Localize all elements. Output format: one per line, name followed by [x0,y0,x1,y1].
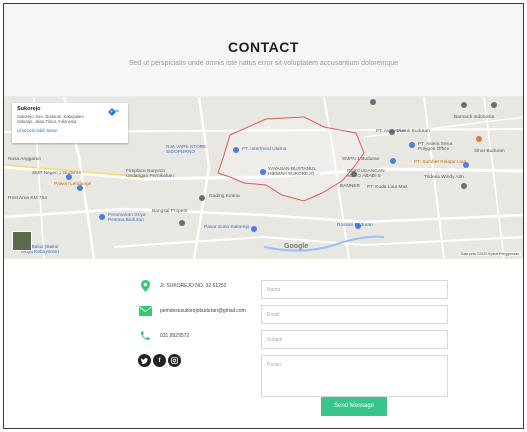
subject-field[interactable]: Subjek [261,330,448,349]
page-subtitle: Sed ut perspiciatis unde omnis iste natu… [128,60,399,67]
phone-row: 031 8929572 [138,330,268,342]
page-title: CONTACT [228,39,299,55]
place-address: Sukorejo, Kec. Buduran, Kabupaten Sidoar… [17,114,84,124]
map-label-pawon: Pawon Lendange [54,182,92,187]
google-logo: Google [284,243,309,250]
map-label-gading: Gading Kirana [209,194,240,199]
map-label-smp2: SMP Negeri 2 Buduran [32,171,82,176]
larger-map-link[interactable]: Lihat peta lebih besar [17,128,123,133]
address-text: Jl. SUKOREJO NO. 32 61252 [160,283,227,289]
map-place-card: Sukorejo Sukorejo, Kec. Buduran, Kabupat… [12,103,128,143]
map-label-kuda-laut: PT. Kuda Laut Mas [367,185,408,190]
map-label-perumahan: Perumahan Griya Pesona Buduran [108,213,146,223]
social-links: f [138,354,268,367]
satellite-toggle[interactable] [12,231,32,251]
map-label-rja-vape: RJA VAPE STORE SIDOPURNO [166,145,207,155]
facebook-icon[interactable]: f [153,354,166,367]
map-label-barnardi: Barnardi Indonesia [454,115,495,120]
map-label-yayasan: YAYASAN BUSTANUL HIKMAH SUKOREJO... [268,167,319,177]
email-field[interactable]: Email [261,305,448,324]
directions-icon [108,108,116,116]
twitter-icon[interactable] [138,354,151,367]
envelope-icon [138,305,152,317]
name-field[interactable]: Nama [261,280,448,299]
route-button[interactable]: Rute [108,108,122,116]
phone-icon [138,330,152,342]
map-label-smpn1: SMPN 1 Buduran [342,157,380,162]
map-attribution[interactable]: Data peta ©2020 Syarat Penggunaan [458,252,521,256]
embedded-map[interactable]: Sukorejo Sukorejo, Kec. Buduran, Kabupat… [4,97,523,259]
address-row: Jl. SUKOREJO NO. 32 61252 [138,280,268,292]
email-row: pemdesusukorejobuduran@gmail.com [138,305,268,317]
send-message-button[interactable]: Send Message [321,397,387,416]
contact-form: Nama Email Subjek Pesan Send Message [261,280,448,416]
map-label-pusak: Pusak Buduran [397,129,430,134]
map-label-pt-intertrend: PT. Intertrend Utama [242,147,287,152]
instagram-icon[interactable] [168,354,181,367]
map-label-sumber: PT. Sumber Kelapa Laut [414,160,466,165]
message-field[interactable]: Pesan [261,355,448,397]
email-text[interactable]: pemdesusukorejobuduran@gmail.com [160,308,246,314]
map-label-asri: PT. Asiera Sena Polygon Office [418,142,453,152]
map-label-rossari: Rossari Buduran [337,223,373,228]
location-pin-icon [138,280,152,292]
map-label-rest-area: Rest Area KM 754 [8,196,47,201]
map-label-pasar: Pasar Sono Sukorejo [204,225,250,230]
map-label-sinar: Sinar Buduran [474,149,505,154]
map-label-banner: BANNER [340,184,360,189]
phone-text: 031 8929572 [160,333,190,339]
contact-section: CONTACT Sed ut perspiciatis unde omnis i… [3,3,524,429]
map-label-tridesa: Tridesa Windy Alm [424,175,464,180]
map-label-fireplace: Fireplace Nuryeon Undangan Pernikahan [126,169,174,179]
contact-header: CONTACT Sed ut perspiciatis unde omnis i… [4,4,523,97]
contact-info: Jl. SUKOREJO NO. 32 61252 pemdesusukorej… [138,280,268,367]
map-label-pergudangan: PERGUDANGAN MEKO ABADI 5 [347,169,385,179]
map-label-nusa: Nusa Anggaran [8,157,42,162]
